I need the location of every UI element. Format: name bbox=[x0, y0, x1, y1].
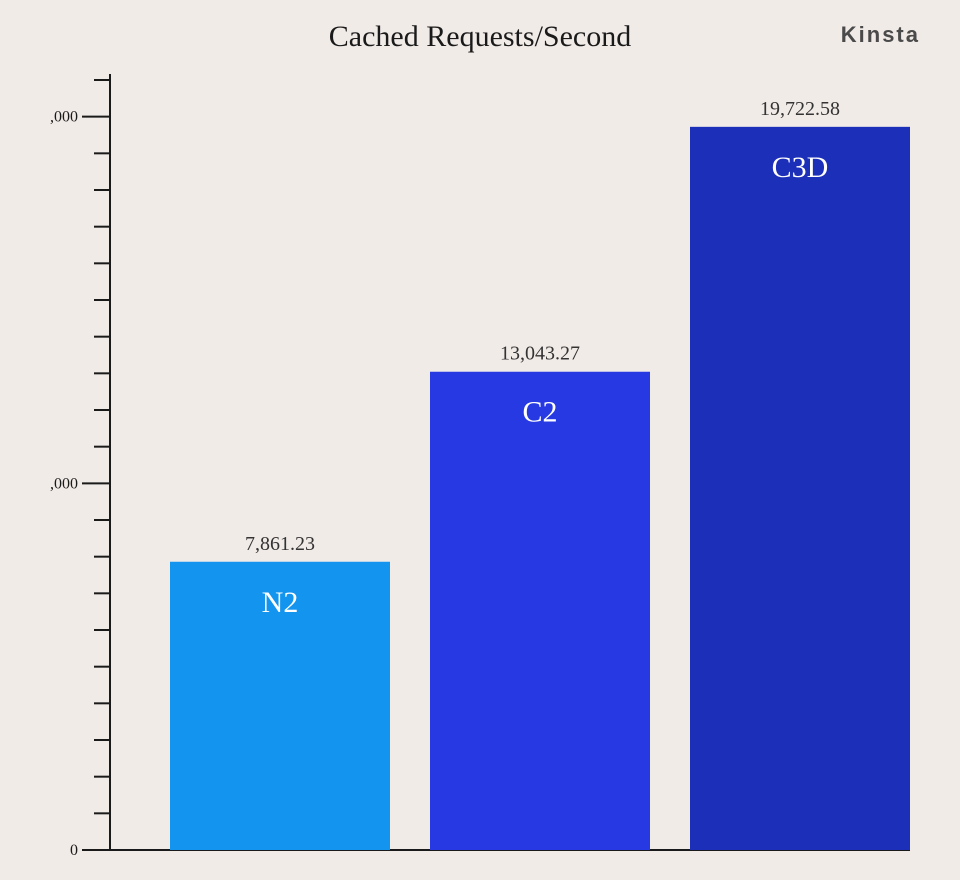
brand-logo: Kinsta bbox=[841, 22, 920, 48]
value-label-C3D: 19,722.58 bbox=[760, 98, 840, 120]
svg-text:20,000: 20,000 bbox=[50, 109, 78, 126]
svg-text:0: 0 bbox=[70, 842, 78, 859]
chart-title: Cached Requests/Second bbox=[0, 20, 960, 54]
chart-container: Cached Requests/Second Kinsta 0 10,000 20,… bbox=[0, 0, 960, 880]
value-label-C2: 13,043.27 bbox=[500, 343, 580, 365]
bar-label-N2: N2 bbox=[262, 586, 299, 619]
value-label-N2: 7,861.23 bbox=[245, 533, 315, 555]
bar-label-C2: C2 bbox=[522, 396, 557, 429]
svg-text:10,000: 10,000 bbox=[50, 475, 78, 492]
bar-C3D bbox=[690, 127, 910, 850]
bar-C2 bbox=[430, 372, 650, 850]
bar-chart: 0 10,000 20,000 7,861.23 N2 13,043.27 C2 19,72… bbox=[50, 70, 920, 860]
bar-label-C3D: C3D bbox=[772, 151, 829, 184]
